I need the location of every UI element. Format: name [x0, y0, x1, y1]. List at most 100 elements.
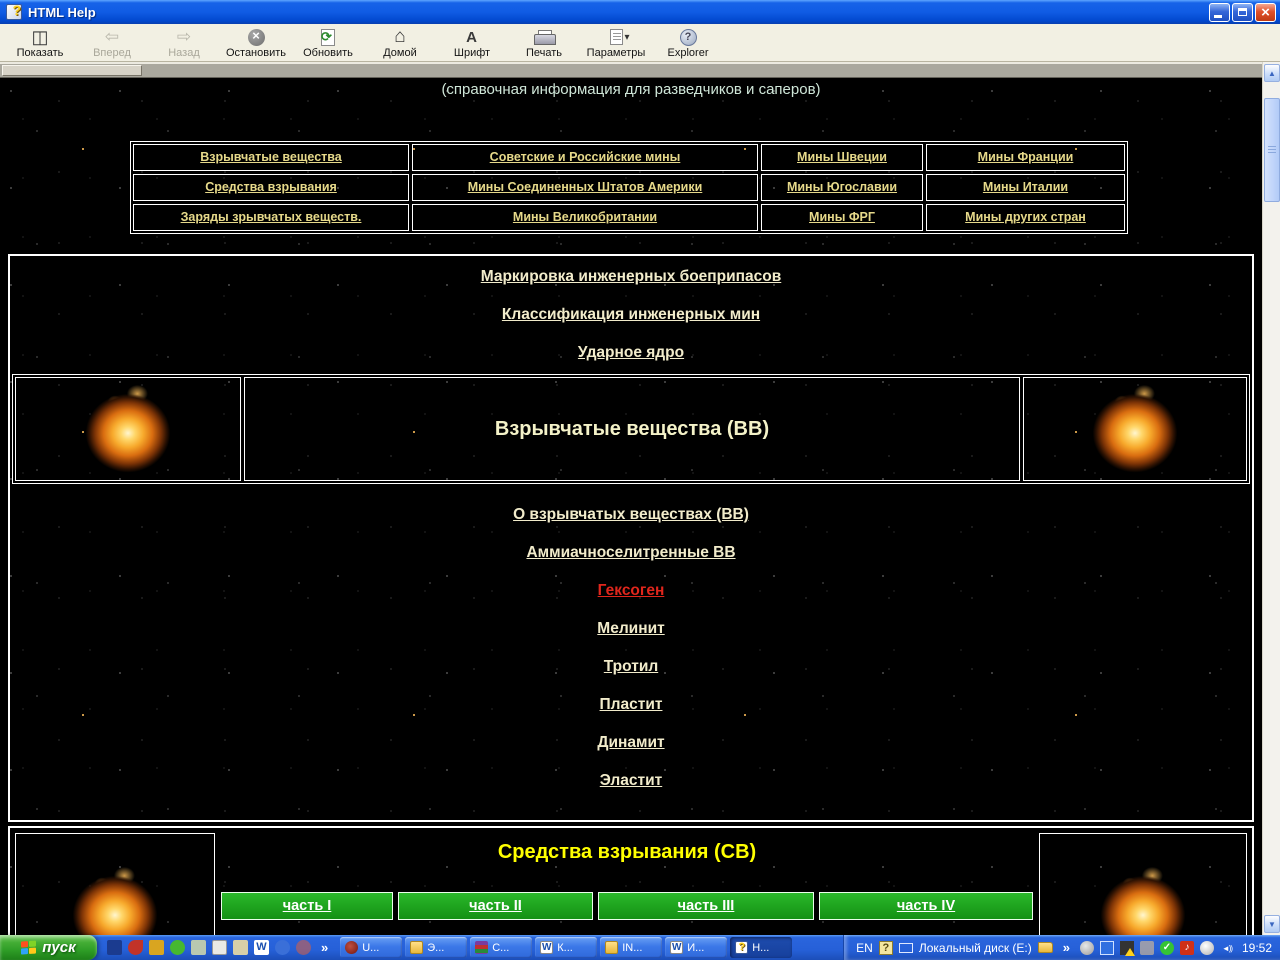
link-part-1[interactable]: часть I: [283, 898, 332, 914]
home-button[interactable]: Домой: [364, 26, 436, 61]
link-shock-core[interactable]: Ударное ядро: [578, 344, 684, 362]
task-button-word-2[interactable]: W И...: [665, 937, 728, 958]
refresh-button[interactable]: Обновить: [292, 26, 364, 61]
vertical-scrollbar-thumb[interactable]: [1264, 98, 1280, 202]
nav-cell: Мины Югославии: [761, 174, 923, 201]
nav-link-charges[interactable]: Заряды зрывчатых веществ.: [181, 210, 362, 224]
quick-launch-overflow-chevron[interactable]: »: [317, 940, 332, 955]
nav-link-uk-mines[interactable]: Мины Великобритании: [513, 210, 657, 224]
volume-red-icon[interactable]: [1179, 940, 1194, 955]
nav-link-other-mines[interactable]: Мины других стран: [965, 210, 1086, 224]
nav-link-detonation-means[interactable]: Средства взрывания: [205, 180, 337, 194]
app-icon[interactable]: [107, 940, 122, 955]
document-icon[interactable]: [212, 940, 227, 955]
task-button-html-help[interactable]: H...: [730, 937, 793, 958]
faded-app-icon[interactable]: [296, 940, 311, 955]
network-monitors-icon[interactable]: [1099, 940, 1114, 955]
word-doc-icon: W: [540, 941, 554, 954]
link-plastit[interactable]: Пластит: [600, 696, 663, 714]
nav-table: Взрывчатые вещества Советские и Российск…: [130, 141, 1128, 234]
link-part-4[interactable]: часть IV: [897, 898, 955, 914]
nav-link-france-mines[interactable]: Мины Франции: [978, 150, 1074, 164]
link-part-2[interactable]: часть II: [469, 898, 522, 914]
speaker-icon[interactable]: [1220, 941, 1234, 955]
globe-icon: [679, 28, 697, 46]
explosion-image: [1096, 859, 1190, 935]
banner-cell: [15, 377, 241, 481]
antivirus-check-icon[interactable]: [1159, 940, 1174, 955]
window-layout-icon[interactable]: [898, 942, 913, 953]
monitor-warning-icon[interactable]: [1119, 940, 1135, 956]
tray-overflow-chevron[interactable]: »: [1059, 940, 1074, 955]
link-ammonium[interactable]: Аммиачноселитренные ВВ: [526, 544, 735, 562]
word-icon[interactable]: W: [254, 940, 269, 955]
banner-cell: [1039, 833, 1247, 935]
print-button[interactable]: Печать: [508, 26, 580, 61]
scrollbar-grip: [1268, 145, 1276, 155]
stop-button[interactable]: Остановить: [220, 26, 292, 61]
link-classification[interactable]: Классификация инженерных мин: [502, 306, 760, 324]
task-button-word-1[interactable]: W К...: [535, 937, 598, 958]
nav-link-soviet-mines[interactable]: Советские и Российские мины: [490, 150, 681, 164]
task-label: И...: [687, 941, 705, 954]
scroll-up-button[interactable]: [1264, 64, 1280, 82]
task-button-folder-1[interactable]: Э...: [405, 937, 468, 958]
icq-flower-icon[interactable]: [170, 940, 185, 955]
update-globe-icon[interactable]: [1199, 940, 1214, 955]
task-button-winrar[interactable]: С...: [470, 937, 533, 958]
minimize-button[interactable]: [1209, 2, 1230, 22]
faded-tray-icon[interactable]: [1139, 940, 1154, 955]
scroll-down-button[interactable]: [1264, 915, 1280, 933]
show-desktop-icon[interactable]: [233, 940, 248, 955]
start-button[interactable]: пуск: [0, 935, 97, 960]
history-icon[interactable]: [1079, 940, 1094, 955]
title-bar: HTML Help: [0, 0, 1280, 24]
explorer-button[interactable]: Explorer: [652, 26, 724, 61]
link-hexogen[interactable]: Гексоген: [598, 582, 665, 600]
back-button[interactable]: Назад: [148, 26, 220, 61]
task-button-audio[interactable]: U...: [340, 937, 403, 958]
nav-link-usa-mines[interactable]: Мины Соединенных Штатов Америки: [468, 180, 703, 194]
quick-launch-bar: W »: [97, 940, 340, 955]
task-button-folder-2[interactable]: IN...: [600, 937, 663, 958]
pencils-icon[interactable]: [149, 940, 164, 955]
link-part-3[interactable]: часть III: [678, 898, 735, 914]
close-button[interactable]: [1255, 2, 1276, 22]
options-button[interactable]: Параметры: [580, 26, 652, 61]
acrobat-icon[interactable]: [128, 940, 143, 955]
nav-link-frg-mines[interactable]: Мины ФРГ: [809, 210, 875, 224]
link-about-vv[interactable]: О взрывчатых веществах (ВВ): [513, 506, 749, 524]
toolbar: Показать Вперед Назад Остановить Обновит…: [0, 24, 1280, 62]
explosion-image: [1088, 378, 1182, 480]
disk-folder-icon[interactable]: [1037, 942, 1053, 953]
forward-button[interactable]: Вперед: [76, 26, 148, 61]
nav-link-explosives[interactable]: Взрывчатые вещества: [200, 150, 342, 164]
minimize-icon: [1214, 14, 1222, 18]
link-elastit[interactable]: Эластит: [600, 772, 662, 790]
vv-banner-title: Взрывчатые вещества (ВВ): [494, 417, 770, 440]
link-melinit[interactable]: Мелинит: [597, 620, 664, 638]
vv-banner: Взрывчатые вещества (ВВ): [12, 374, 1250, 484]
local-disk-label[interactable]: Локальный диск (E:): [919, 941, 1032, 955]
notebook-icon[interactable]: [191, 940, 206, 955]
restore-icon: [1238, 8, 1247, 16]
link-marking[interactable]: Маркировка инженерных боеприпасов: [481, 268, 782, 286]
link-dinamit[interactable]: Динамит: [597, 734, 664, 752]
nav-cell: Мины Швеции: [761, 144, 923, 171]
horizontal-scrollbar-thumb[interactable]: [2, 65, 142, 76]
clock[interactable]: 19:52: [1242, 941, 1272, 955]
nav-link-sweden-mines[interactable]: Мины Швеции: [797, 150, 887, 164]
language-indicator[interactable]: EN: [856, 941, 873, 955]
font-button[interactable]: Шрифт: [436, 26, 508, 61]
horizontal-scrollbar[interactable]: [0, 62, 1262, 78]
show-button[interactable]: Показать: [4, 26, 76, 61]
media-player-icon[interactable]: [275, 940, 290, 955]
restore-button[interactable]: [1232, 2, 1253, 22]
html-help-icon: [735, 941, 749, 954]
nav-link-yugoslavia-mines[interactable]: Мины Югославии: [787, 180, 897, 194]
vertical-scrollbar[interactable]: [1262, 62, 1280, 935]
sv-banner-center: Средства взрывания (СВ) часть I часть II…: [221, 833, 1033, 935]
keyboard-help-icon[interactable]: ?: [878, 940, 893, 955]
link-trotil[interactable]: Тротил: [604, 658, 658, 676]
nav-link-italy-mines[interactable]: Мины Италии: [983, 180, 1068, 194]
